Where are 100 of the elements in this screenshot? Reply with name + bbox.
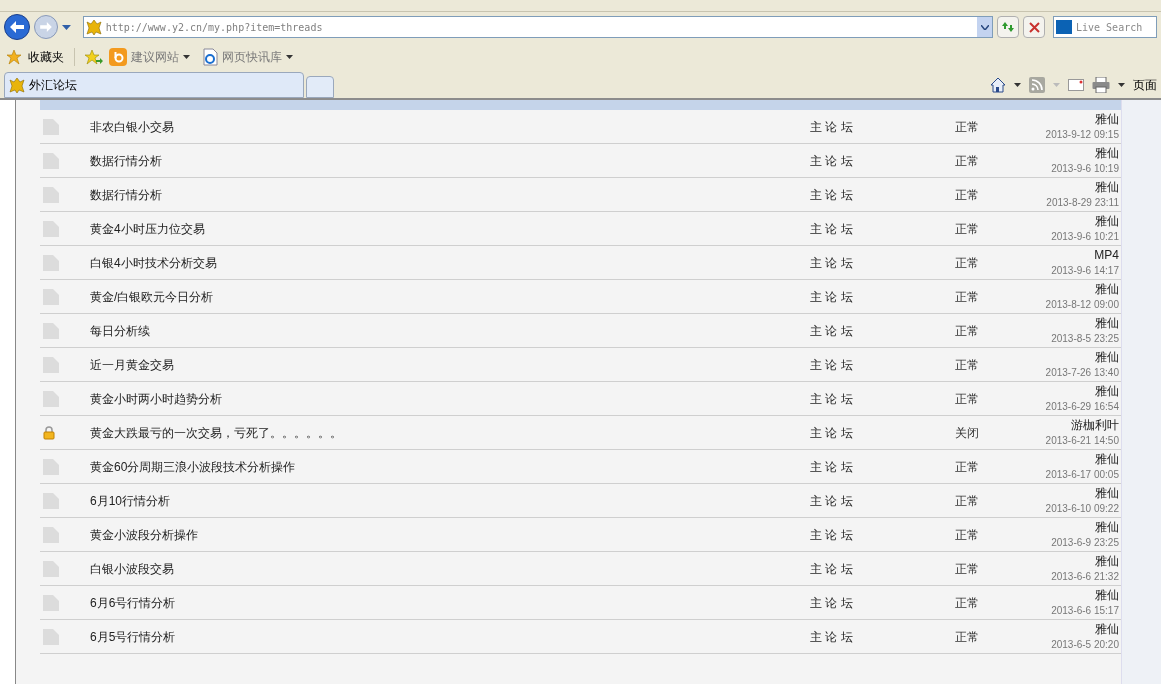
author-link[interactable]: 游枷利叶 xyxy=(1071,416,1119,433)
author-link[interactable]: 雅仙 xyxy=(1095,586,1119,603)
status-cell-text: 关闭 xyxy=(955,424,980,442)
refresh-button[interactable] xyxy=(997,16,1020,38)
thread-title-link[interactable]: 黄金60分周期三浪小波段技术分析操作 xyxy=(90,457,810,476)
forum-cell-text: 主 论 坛 xyxy=(810,526,854,544)
forum-cell-text: 主 论 坛 xyxy=(810,492,854,510)
post-time: 2013-6-17 00:05 xyxy=(1045,467,1119,482)
favorites-link[interactable]: 建议网站 xyxy=(131,48,179,66)
status-cell-text: 正常 xyxy=(955,254,980,272)
home-icon[interactable] xyxy=(990,77,1006,93)
thread-title-link[interactable]: 黄金/白银欧元今日分析 xyxy=(90,287,810,306)
status-cell-text: 正常 xyxy=(955,152,980,170)
thread-title-link[interactable]: 6月5号行情分析 xyxy=(90,627,810,646)
post-time: 2013-8-5 23:25 xyxy=(1051,331,1119,346)
post-time: 2013-7-26 13:40 xyxy=(1045,365,1119,380)
status-cell-text: 正常 xyxy=(955,220,980,238)
forum-cell-text: 主 论 坛 xyxy=(810,628,854,646)
author-link[interactable]: 雅仙 xyxy=(1095,144,1119,161)
close-icon xyxy=(1028,21,1040,33)
post-time: 2013-9-12 09:15 xyxy=(1045,127,1119,142)
author-link[interactable]: 雅仙 xyxy=(1095,552,1119,569)
thread-title-link[interactable]: 6月6号行情分析 xyxy=(90,593,810,612)
post-time: 2013-6-10 09:22 xyxy=(1045,501,1119,516)
status-cell-text: 正常 xyxy=(955,594,980,612)
add-favorite-icon[interactable] xyxy=(85,49,103,65)
author-link[interactable]: 雅仙 xyxy=(1095,620,1119,637)
status-cell-text: 正常 xyxy=(955,322,980,340)
back-button[interactable] xyxy=(4,14,30,40)
status-cell-text: 正常 xyxy=(955,458,980,476)
caret-icon xyxy=(1053,83,1060,87)
thread-title-link[interactable]: 白银小波段交易 xyxy=(90,559,810,578)
author-link[interactable]: 雅仙 xyxy=(1095,212,1119,229)
thread-title-link[interactable]: 白银4小时技术分析交易 xyxy=(90,253,810,272)
dropdown-icon[interactable] xyxy=(61,24,71,30)
caret-icon xyxy=(1014,83,1021,87)
favorites-button[interactable]: 收藏夹 xyxy=(28,48,64,66)
author-link[interactable]: 雅仙 xyxy=(1095,348,1119,365)
browser-tab[interactable]: 外汇论坛 xyxy=(4,72,304,98)
favorites-link[interactable]: 网页快讯库 xyxy=(222,48,282,66)
thread-title-link[interactable]: 黄金小时两小时趋势分析 xyxy=(90,389,810,408)
forum-cell-text: 主 论 坛 xyxy=(810,186,854,204)
tab-title: 外汇论坛 xyxy=(29,77,77,94)
author-link[interactable]: 雅仙 xyxy=(1095,382,1119,399)
forum-cell-text: 主 论 坛 xyxy=(810,356,854,374)
forum-cell-text: 主 论 坛 xyxy=(810,288,854,306)
address-text: http://www.y2.cn/my.php?item=threads xyxy=(105,20,324,35)
author-link[interactable]: 雅仙 xyxy=(1095,450,1119,467)
status-cell-text: 正常 xyxy=(955,288,980,306)
post-time: 2013-6-21 14:50 xyxy=(1045,433,1119,448)
thread-title-link[interactable]: 非农白银小交易 xyxy=(90,117,810,136)
post-time: 2013-9-6 14:17 xyxy=(1051,263,1119,278)
refresh-icon xyxy=(1001,21,1016,33)
caret-icon xyxy=(183,55,190,59)
post-time: 2013-8-12 09:00 xyxy=(1045,297,1119,312)
post-time: 2013-6-6 15:17 xyxy=(1051,603,1119,618)
thread-title-link[interactable]: 近一月黄金交易 xyxy=(90,355,810,374)
author-link[interactable]: 雅仙 xyxy=(1095,110,1119,127)
author-link[interactable]: MP4 xyxy=(1094,246,1119,263)
forum-cell-text: 主 论 坛 xyxy=(810,254,854,272)
site-favicon-icon xyxy=(85,19,102,35)
author-link[interactable]: 雅仙 xyxy=(1095,280,1119,297)
status-cell-text: 正常 xyxy=(955,492,980,510)
search-input[interactable]: Live Search xyxy=(1076,19,1156,35)
status-cell-text: 正常 xyxy=(955,356,980,374)
author-link[interactable]: 雅仙 xyxy=(1095,484,1119,501)
author-link[interactable]: 雅仙 xyxy=(1095,178,1119,195)
close-button[interactable] xyxy=(1023,16,1045,38)
status-cell-text: 正常 xyxy=(955,526,980,544)
feed-icon[interactable] xyxy=(1029,77,1045,93)
address-bar[interactable]: http://www.y2.cn/my.php?item=threads xyxy=(82,16,994,38)
forum-cell-text: 主 论 坛 xyxy=(810,594,854,612)
site-favicon-icon xyxy=(9,77,25,93)
b-logo-icon xyxy=(109,48,127,66)
forum-cell-text: 主 论 坛 xyxy=(810,560,854,578)
status-cell-text: 正常 xyxy=(955,118,980,136)
forum-cell-text: 主 论 坛 xyxy=(810,424,854,442)
thread-title-link[interactable]: 6月10行情分析 xyxy=(90,491,810,510)
forum-cell-text: 主 论 坛 xyxy=(810,152,854,170)
forum-cell-text: 主 论 坛 xyxy=(810,458,854,476)
author-link[interactable]: 雅仙 xyxy=(1095,314,1119,331)
thread-title-link[interactable]: 黄金4小时压力位交易 xyxy=(90,219,810,238)
page-e-icon xyxy=(202,48,218,66)
thread-title-link[interactable]: 黄金小波段分析操作 xyxy=(90,525,810,544)
thread-title-link[interactable]: 数据行情分析 xyxy=(90,185,810,204)
thread-title-link[interactable]: 每日分析续 xyxy=(90,321,810,340)
thread-title-link[interactable]: 数据行情分析 xyxy=(90,151,810,170)
mail-icon[interactable] xyxy=(1068,79,1084,91)
address-dropdown-button[interactable] xyxy=(977,17,993,37)
author-link[interactable]: 雅仙 xyxy=(1095,518,1119,535)
status-cell-text: 正常 xyxy=(955,186,980,204)
forum-cell-text: 主 论 坛 xyxy=(810,390,854,408)
chevron-down-icon xyxy=(980,24,989,30)
caret-icon xyxy=(286,55,293,59)
page-menu-button[interactable]: 页面 xyxy=(1133,76,1157,94)
thread-title-link[interactable]: 黄金大跌最亏的一次交易，亏死了。。。。。。 xyxy=(90,423,810,442)
search-field[interactable]: Live Search xyxy=(1053,16,1157,38)
printer-icon[interactable] xyxy=(1092,77,1110,93)
forum-cell-text: 主 论 坛 xyxy=(810,220,854,238)
post-time: 2013-9-6 10:19 xyxy=(1051,161,1119,176)
